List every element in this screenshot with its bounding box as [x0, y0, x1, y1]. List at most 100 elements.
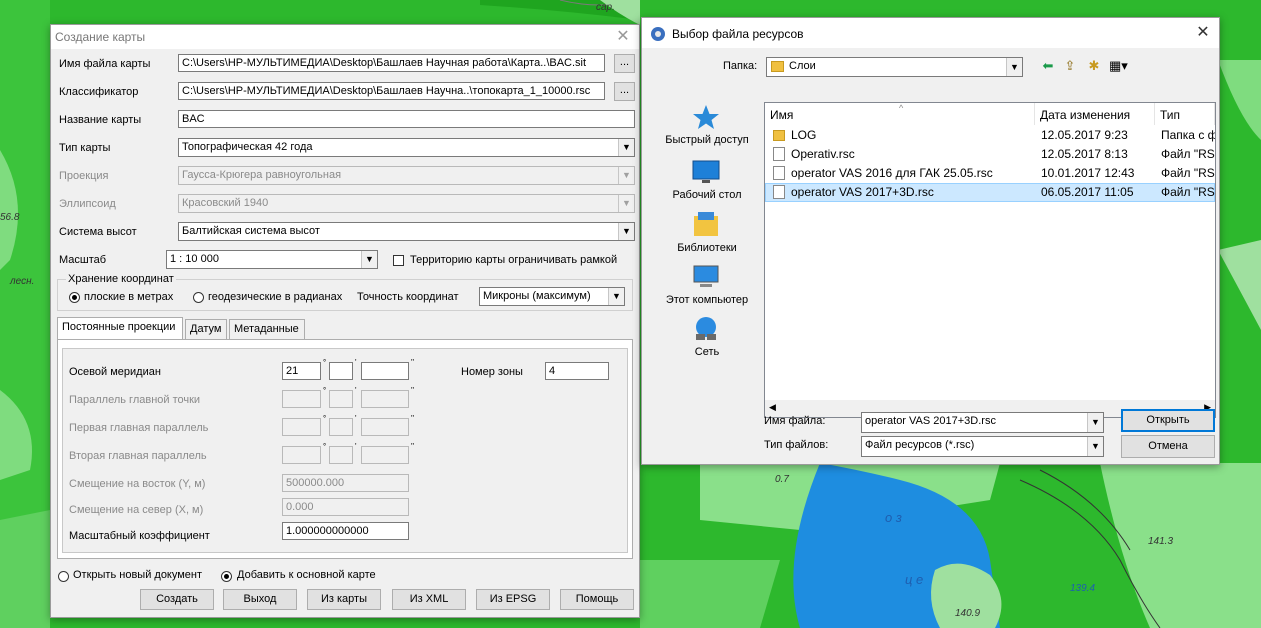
flat-coords-label: плоские в метрах [84, 291, 174, 303]
east-offset-field[interactable]: 500000.000 [282, 474, 409, 492]
place-label: Быстрый доступ [665, 134, 749, 146]
from-epsg-button[interactable]: Из EPSG [476, 589, 550, 610]
from-map-button[interactable]: Из карты [307, 589, 381, 610]
back-icon[interactable]: ⬅ [1039, 58, 1057, 74]
central-meridian-min-field[interactable] [329, 362, 353, 380]
file-list: ^ Имя Дата изменения Тип LOG 12.05.2017 … [764, 102, 1216, 418]
file-date: 06.05.2017 11:05 [1041, 185, 1134, 199]
degree-mark: ° [323, 414, 327, 423]
up-folder-icon[interactable]: ⇪ [1061, 58, 1079, 74]
file-icon [773, 185, 785, 199]
chevron-down-icon[interactable]: ▼ [618, 195, 634, 212]
ellipsoid-select[interactable]: Красовский 1940 ▼ [178, 194, 635, 213]
first-parallel-sec-field[interactable] [361, 418, 409, 436]
create-map-titlebar[interactable]: Создание карты ✕ [51, 25, 639, 49]
map-file-field[interactable]: C:\Users\HP-МУЛЬТИМЕДИА\Desktop\Башлаев … [178, 54, 605, 72]
add-to-main-map-label: Добавить к основной карте [237, 569, 376, 581]
folder-select[interactable]: Слои ▼ [766, 57, 1023, 77]
chevron-down-icon[interactable]: ▼ [1087, 413, 1103, 432]
file-row[interactable]: operator VAS 2016 для ГАК 25.05.rsc 10.0… [765, 164, 1215, 183]
chevron-down-icon[interactable]: ▼ [608, 288, 624, 305]
central-meridian-deg-field[interactable]: 21 [282, 362, 321, 380]
column-header-date[interactable]: Дата изменения [1035, 103, 1155, 125]
file-name: Operativ.rsc [791, 147, 855, 161]
main-parallel-sec-field[interactable] [361, 390, 409, 408]
zone-field[interactable]: 4 [545, 362, 609, 380]
chevron-down-icon[interactable]: ▼ [1006, 58, 1022, 76]
close-icon[interactable]: ✕ [613, 27, 633, 47]
chevron-down-icon[interactable]: ▼ [618, 139, 634, 156]
classifier-label: Классификатор [59, 86, 139, 98]
filename-label: Имя файла: [764, 415, 826, 427]
tab-metadata[interactable]: Метаданные [229, 319, 305, 339]
filetype-select[interactable]: Файл ресурсов (*.rsc) ▼ [861, 436, 1104, 457]
chevron-down-icon[interactable]: ▼ [618, 223, 634, 240]
file-date: 10.01.2017 12:43 [1041, 166, 1135, 180]
map-label: 56.8 [0, 212, 20, 223]
scale-label: Масштаб [59, 254, 107, 266]
projection-value: Гаусса-Крюгера равноугольная [182, 169, 342, 181]
column-header-type[interactable]: Тип [1155, 103, 1215, 125]
geo-coords-radio[interactable] [193, 292, 204, 303]
main-parallel-min-field[interactable] [329, 390, 353, 408]
central-meridian-sec-field[interactable] [361, 362, 409, 380]
minute-mark: ' [355, 358, 357, 367]
north-offset-field[interactable]: 0.000 [282, 498, 409, 516]
add-to-main-map-radio[interactable] [221, 571, 232, 582]
file-picker-title: Выбор файла ресурсов [672, 27, 804, 41]
close-icon[interactable]: ✕ [1193, 23, 1213, 43]
browse-map-file-button[interactable]: ... [614, 54, 635, 73]
second-mark: '' [411, 358, 415, 367]
main-parallel-deg-field[interactable] [282, 390, 321, 408]
ellipsoid-value: Красовский 1940 [182, 197, 269, 209]
height-system-select[interactable]: Балтийская система высот ▼ [178, 222, 635, 241]
first-parallel-deg-field[interactable] [282, 418, 321, 436]
tab-permanent-projections[interactable]: Постоянные проекции [57, 317, 183, 339]
computer-icon [693, 265, 719, 287]
open-button[interactable]: Открыть [1121, 409, 1215, 432]
filetype-label: Тип файлов: [764, 439, 829, 451]
help-button[interactable]: Помощь [560, 589, 634, 610]
file-icon [773, 147, 785, 161]
chevron-down-icon[interactable]: ▼ [618, 167, 634, 184]
map-type-select[interactable]: Топографическая 42 года ▼ [178, 138, 635, 157]
exit-button[interactable]: Выход [223, 589, 297, 610]
filename-combo[interactable]: operator VAS 2017+3D.rsc ▼ [861, 412, 1104, 433]
new-folder-icon[interactable]: ✱ [1085, 58, 1103, 74]
browse-classifier-button[interactable]: ... [614, 82, 635, 101]
create-map-dialog: Создание карты ✕ Имя файла карты C:\User… [50, 24, 640, 618]
precision-select[interactable]: Микроны (максимум) ▼ [479, 287, 625, 306]
scale-factor-field[interactable]: 1.000000000000 [282, 522, 409, 540]
from-xml-button[interactable]: Из XML [392, 589, 466, 610]
file-row[interactable]: Operativ.rsc 12.05.2017 8:13 Файл "RSC [765, 145, 1215, 164]
classifier-field[interactable]: C:\Users\HP-МУЛЬТИМЕДИА\Desktop\Башлаев … [178, 82, 605, 100]
file-picker-dialog: Выбор файла ресурсов ✕ Папка: Слои ▼ ⬅ ⇪… [641, 17, 1220, 465]
second-parallel-sec-field[interactable] [361, 446, 409, 464]
app-icon [651, 27, 665, 41]
view-menu-icon[interactable]: ▦▾ [1109, 58, 1128, 74]
flat-coords-radio[interactable] [69, 292, 80, 303]
file-type: Файл "RSC [1161, 147, 1215, 161]
tab-datum[interactable]: Датум [185, 319, 227, 339]
column-header-name[interactable]: Имя [765, 103, 1035, 125]
limit-territory-checkbox[interactable] [393, 255, 404, 266]
chevron-down-icon[interactable]: ▼ [1087, 437, 1103, 456]
filename-value: operator VAS 2017+3D.rsc [865, 415, 996, 427]
cancel-button[interactable]: Отмена [1121, 435, 1215, 458]
create-button[interactable]: Создать [140, 589, 214, 610]
file-row-selected[interactable]: operator VAS 2017+3D.rsc 06.05.2017 11:0… [765, 183, 1215, 202]
first-parallel-min-field[interactable] [329, 418, 353, 436]
scale-select[interactable]: 1 : 10 000 ▼ [166, 250, 378, 269]
file-row[interactable]: LOG 12.05.2017 9:23 Папка с ф [765, 126, 1215, 145]
scroll-left-icon[interactable]: ◀ [769, 402, 776, 413]
projection-select[interactable]: Гаусса-Крюгера равноугольная ▼ [178, 166, 635, 185]
map-name-field[interactable]: BAC [178, 110, 635, 128]
second-parallel-min-field[interactable] [329, 446, 353, 464]
file-type: Файл "RSC [1161, 185, 1215, 199]
chevron-down-icon[interactable]: ▼ [361, 251, 377, 268]
file-picker-titlebar[interactable]: Выбор файла ресурсов ✕ [642, 18, 1219, 48]
degree-mark: ° [323, 358, 327, 367]
second-parallel-deg-field[interactable] [282, 446, 321, 464]
open-new-document-radio[interactable] [58, 571, 69, 582]
projection-label: Проекция [59, 170, 109, 182]
